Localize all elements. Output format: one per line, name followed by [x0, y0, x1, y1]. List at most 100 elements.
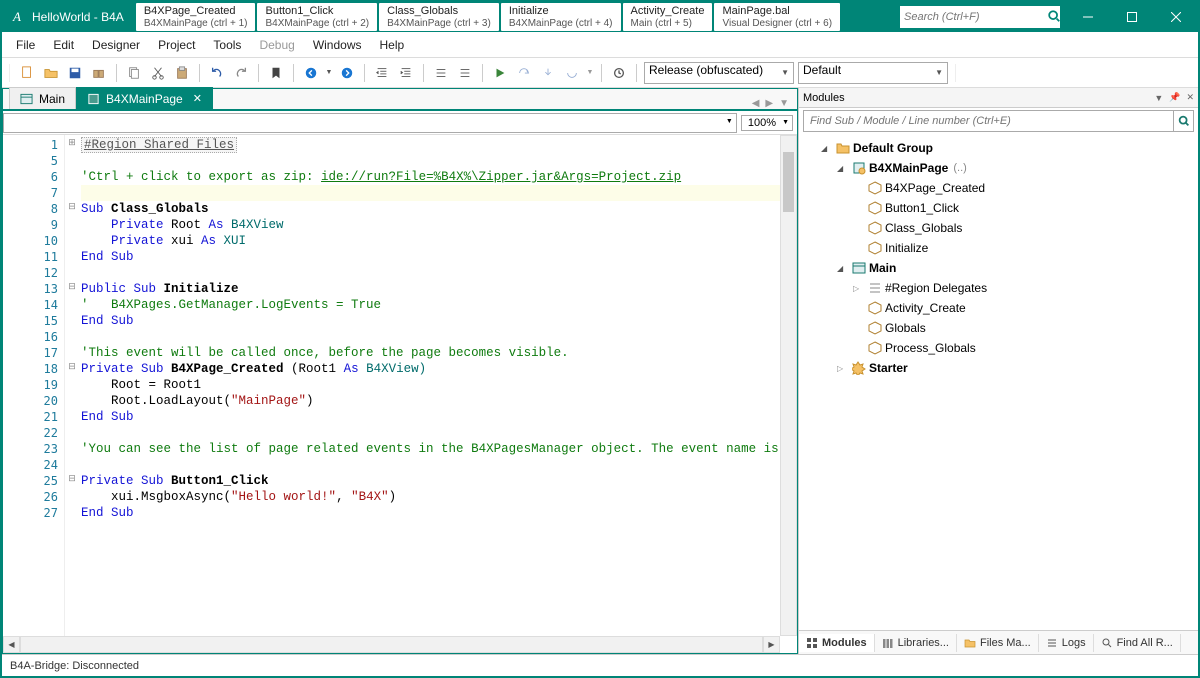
save-icon[interactable]	[65, 63, 85, 83]
editor-tab-label: Main	[39, 92, 65, 106]
separator	[423, 64, 424, 82]
expand-icon[interactable]: ⊞	[65, 137, 79, 153]
collapse-icon[interactable]: ⊟	[65, 473, 79, 489]
quick-nav-tab[interactable]: Activity_CreateMain (ctrl + 5)	[623, 3, 713, 31]
tab-findall[interactable]: Find All R...	[1094, 634, 1181, 652]
quick-nav-tab[interactable]: MainPage.balVisual Designer (ctrl + 6)	[714, 3, 840, 31]
prev-tab-icon[interactable]: ◀	[752, 98, 760, 109]
build-config-select[interactable]: Release (obfuscated)	[644, 62, 794, 84]
export-icon[interactable]	[89, 63, 109, 83]
zoom-select[interactable]: 100%	[741, 115, 793, 131]
step-over-icon[interactable]	[514, 63, 534, 83]
quick-nav-tab[interactable]: InitializeB4XMainPage (ctrl + 4)	[501, 3, 621, 31]
search-icon[interactable]	[1047, 9, 1061, 26]
stop-icon[interactable]	[609, 63, 629, 83]
quick-nav-tab[interactable]: B4XPage_CreatedB4XMainPage (ctrl + 1)	[136, 3, 256, 31]
search-input[interactable]	[904, 11, 1047, 23]
nav-forward-icon[interactable]	[337, 63, 357, 83]
separator	[636, 64, 637, 82]
fold-gutter: ⊞ ⊟ ⊟ ⊟ ⊟	[65, 135, 79, 653]
code-editor[interactable]: #Region Shared Files 'Ctrl + click to ex…	[79, 135, 797, 653]
module-icon	[851, 261, 866, 276]
open-folder-icon[interactable]	[41, 63, 61, 83]
outdent-icon[interactable]	[372, 63, 392, 83]
separator	[293, 64, 294, 82]
tree-node-group[interactable]: ◢Default Group	[799, 138, 1198, 158]
tree-node-class[interactable]: ◢B4XMainPage(..)	[799, 158, 1198, 178]
quick-nav-tab[interactable]: Button1_ClickB4XMainPage (ctrl + 2)	[257, 3, 377, 31]
tree-node-sub[interactable]: Initialize	[799, 238, 1198, 258]
nav-back-icon[interactable]	[301, 63, 321, 83]
editor-tab-b4xmainpage[interactable]: B4XMainPage ✕	[76, 87, 213, 109]
bookmark-icon[interactable]	[266, 63, 286, 83]
tree-node-module[interactable]: ◢Main	[799, 258, 1198, 278]
grip-icon	[955, 64, 956, 82]
tree-node-sub[interactable]: Globals	[799, 318, 1198, 338]
cut-icon[interactable]	[148, 63, 168, 83]
method-icon	[867, 321, 882, 336]
menu-help[interactable]: Help	[372, 35, 413, 55]
menu-designer[interactable]: Designer	[84, 35, 148, 55]
quick-nav-tab[interactable]: Class_GlobalsB4XMainPage (ctrl + 3)	[379, 3, 499, 31]
tab-libraries[interactable]: Libraries...	[875, 634, 957, 652]
step-out-icon[interactable]	[562, 63, 582, 83]
tab-navigation: ◀ ▶ ▼	[752, 98, 797, 109]
undo-icon[interactable]	[207, 63, 227, 83]
comment-icon[interactable]	[431, 63, 451, 83]
menu-tools[interactable]: Tools	[205, 35, 249, 55]
global-search[interactable]	[900, 6, 1060, 28]
indent-icon[interactable]	[396, 63, 416, 83]
menu-windows[interactable]: Windows	[305, 35, 370, 55]
tree-node-region[interactable]: ▷#Region Delegates	[799, 278, 1198, 298]
folder-icon	[835, 141, 850, 156]
next-tab-icon[interactable]: ▶	[765, 98, 773, 109]
uncomment-icon[interactable]	[455, 63, 475, 83]
tab-logs[interactable]: Logs	[1039, 634, 1094, 652]
module-tree: ◢Default Group ◢B4XMainPage(..) B4XPage_…	[799, 134, 1198, 630]
minimize-button[interactable]	[1066, 2, 1110, 32]
tab-files[interactable]: Files Ma...	[957, 634, 1039, 652]
dropdown-icon[interactable]: ▼	[1154, 93, 1163, 103]
paste-icon[interactable]	[172, 63, 192, 83]
tab-modules[interactable]: Modules	[799, 634, 875, 652]
run-config-select[interactable]: Default	[798, 62, 948, 84]
panel-header: Modules ▼ 📌 ✕	[799, 88, 1198, 108]
collapse-icon[interactable]: ⊟	[65, 361, 79, 377]
redo-icon[interactable]	[231, 63, 251, 83]
tab-menu-icon[interactable]: ▼	[779, 98, 789, 109]
collapse-icon: ◢	[837, 264, 848, 273]
menu-project[interactable]: Project	[150, 35, 203, 55]
vertical-scrollbar[interactable]	[780, 135, 797, 636]
close-tab-icon[interactable]: ✕	[193, 92, 202, 105]
close-icon[interactable]: ✕	[1186, 92, 1194, 103]
tree-node-sub[interactable]: Button1_Click	[799, 198, 1198, 218]
tree-node-sub[interactable]: Class_Globals	[799, 218, 1198, 238]
tree-node-sub[interactable]: Activity_Create	[799, 298, 1198, 318]
copy-icon[interactable]	[124, 63, 144, 83]
collapse-icon[interactable]: ⊟	[65, 281, 79, 297]
member-selector[interactable]	[3, 113, 737, 133]
dropdown-arrow-icon[interactable]: ▼	[325, 63, 333, 83]
code-area: 1567891011121314151617181920212223242526…	[3, 135, 797, 653]
maximize-button[interactable]	[1110, 2, 1154, 32]
collapse-icon[interactable]: ⊟	[65, 201, 79, 217]
search-icon[interactable]	[1174, 110, 1194, 132]
tree-node-sub[interactable]: B4XPage_Created	[799, 178, 1198, 198]
line-gutter: 1567891011121314151617181920212223242526…	[3, 135, 65, 653]
close-button[interactable]	[1154, 2, 1198, 32]
editor-pane: Main B4XMainPage ✕ ◀ ▶ ▼ 100%	[2, 88, 798, 654]
dropdown-arrow-icon[interactable]: ▼	[586, 63, 594, 83]
module-search-input[interactable]	[803, 110, 1174, 132]
menu-file[interactable]: File	[8, 35, 43, 55]
horizontal-scrollbar[interactable]: ◀▶	[3, 636, 780, 653]
menu-debug: Debug	[251, 35, 302, 55]
step-into-icon[interactable]	[538, 63, 558, 83]
tree-node-service[interactable]: ▷Starter	[799, 358, 1198, 378]
editor-tab-main[interactable]: Main	[9, 87, 76, 109]
tree-node-sub[interactable]: Process_Globals	[799, 338, 1198, 358]
menu-edit[interactable]: Edit	[45, 35, 82, 55]
method-icon	[867, 221, 882, 236]
pin-icon[interactable]: 📌	[1169, 92, 1180, 103]
new-file-icon[interactable]	[17, 63, 37, 83]
run-icon[interactable]	[490, 63, 510, 83]
